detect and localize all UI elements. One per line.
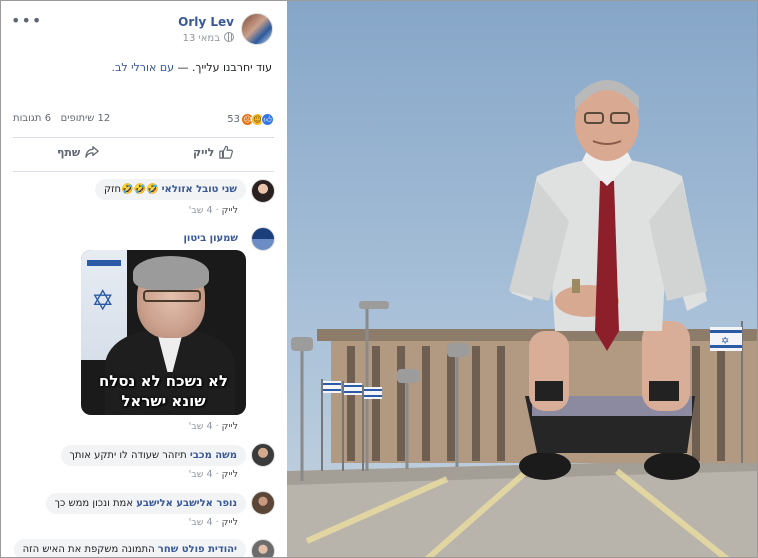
comment-share-counts: 12 שיתופים 6 תגובות bbox=[13, 113, 110, 124]
comment-text: אמת ונכון ממש כך bbox=[54, 498, 134, 509]
post-author-name[interactable]: Orly Lev bbox=[178, 15, 234, 29]
comment-meta: לייק · 4 שב' bbox=[188, 205, 238, 216]
commenter-name[interactable]: יהודית פולט שחר bbox=[158, 544, 237, 555]
comment-text: תיזהר שעודה לו יתקע אותך bbox=[69, 450, 187, 461]
share-button[interactable]: שתף bbox=[57, 145, 100, 159]
photo-caption-line-2: שונא ישראל bbox=[121, 392, 206, 410]
comment-like-link[interactable]: לייק bbox=[222, 517, 238, 528]
like-button[interactable]: לייק bbox=[193, 145, 234, 159]
svg-text:✡: ✡ bbox=[721, 336, 729, 347]
post-actions-bar: שתף לייק bbox=[13, 143, 274, 165]
post-panel: ••• Orly Lev 13 במאי עוד יחרבנו עלייך. —… bbox=[1, 1, 286, 557]
comment-bubble: נופר אלישבע אלישבע אמת ונכון ממש כך bbox=[45, 493, 246, 514]
author-avatar[interactable] bbox=[241, 13, 273, 45]
comment-time[interactable]: 4 שב' bbox=[189, 205, 213, 216]
post-date-text[interactable]: 13 במאי bbox=[183, 33, 220, 44]
actions-divider bbox=[13, 171, 274, 172]
commenter-name[interactable]: נופר אלישבע אלישבע bbox=[136, 498, 237, 509]
commenter-avatar[interactable] bbox=[251, 179, 275, 203]
post-text: עוד יחרבנו עלייך. — עם אורלי לב. bbox=[22, 61, 272, 74]
comment-text: התמונה משקפת את האיש הזה bbox=[22, 544, 155, 555]
reaction-count[interactable]: 53 bbox=[227, 114, 240, 125]
photo-hair bbox=[133, 256, 209, 290]
screenshot-frame: ••• Orly Lev 13 במאי עוד יחרבנו עלייך. —… bbox=[0, 0, 758, 558]
shares-count[interactable]: 12 שיתופים bbox=[61, 113, 111, 124]
reactions-summary[interactable]: 53 ☹ ☺ 👍︎ bbox=[227, 113, 274, 126]
globe-icon bbox=[224, 32, 234, 42]
post-body: עוד יחרבנו עלייך. — bbox=[174, 61, 272, 74]
like-label: לייק bbox=[193, 145, 215, 159]
post-photo[interactable]: ✡ bbox=[287, 1, 757, 557]
man-figure bbox=[509, 80, 707, 480]
tagged-with-link[interactable]: עם אורלי לב. bbox=[111, 61, 174, 74]
post-timestamp[interactable]: 13 במאי bbox=[183, 32, 234, 44]
commenter-name[interactable]: שמעון ביטון bbox=[183, 233, 238, 244]
comment-meta: לייק · 4 שב' bbox=[188, 517, 238, 528]
comment-meta: לייק · 4 שב' bbox=[188, 469, 238, 480]
more-options-button[interactable]: ••• bbox=[11, 11, 42, 30]
commenter-name[interactable]: משה מכבי bbox=[190, 450, 237, 461]
post-stats: 12 שיתופים 6 תגובות 53 ☹ ☺ 👍︎ bbox=[13, 113, 274, 129]
comment-photo[interactable]: לא נשכח לא נסלח שונא ישראל bbox=[81, 250, 246, 415]
share-arrow-icon bbox=[85, 146, 100, 158]
commenter-avatar[interactable] bbox=[251, 539, 275, 557]
share-label: שתף bbox=[57, 145, 81, 159]
photo-glasses bbox=[143, 290, 201, 302]
photo-illustration: ✡ bbox=[287, 80, 757, 557]
comment-like-link[interactable]: לייק bbox=[222, 205, 238, 216]
comment-time[interactable]: 4 שב' bbox=[189, 517, 213, 528]
commenter-avatar[interactable] bbox=[251, 227, 275, 251]
comment-bubble: שני טובל אזולאי 🤣🤣🤣חזק bbox=[94, 179, 246, 200]
comment-meta: לייק · 4 שב' bbox=[188, 421, 238, 432]
comments-count[interactable]: 6 תגובות bbox=[13, 113, 51, 124]
commenter-avatar[interactable] bbox=[251, 443, 275, 467]
comment-text: 🤣🤣🤣חזק bbox=[103, 184, 159, 195]
comment-time[interactable]: 4 שב' bbox=[189, 421, 213, 432]
comment-like-link[interactable]: לייק bbox=[222, 469, 238, 480]
comment-bubble: יהודית פולט שחר התמונה משקפת את האיש הזה bbox=[13, 539, 246, 557]
thumbs-up-icon bbox=[219, 145, 234, 159]
commenter-avatar[interactable] bbox=[251, 491, 275, 515]
photo-caption-line-1: לא נשכח לא נסלח bbox=[98, 372, 228, 390]
like-reaction-icon: 👍︎ bbox=[261, 113, 274, 126]
comment-bubble: משה מכבי תיזהר שעודה לו יתקע אותך bbox=[60, 445, 246, 466]
commenter-name[interactable]: שני טובל אזולאי bbox=[162, 184, 237, 195]
comment-time[interactable]: 4 שב' bbox=[189, 469, 213, 480]
comment-like-link[interactable]: לייק bbox=[222, 421, 238, 432]
stats-divider bbox=[13, 137, 274, 138]
